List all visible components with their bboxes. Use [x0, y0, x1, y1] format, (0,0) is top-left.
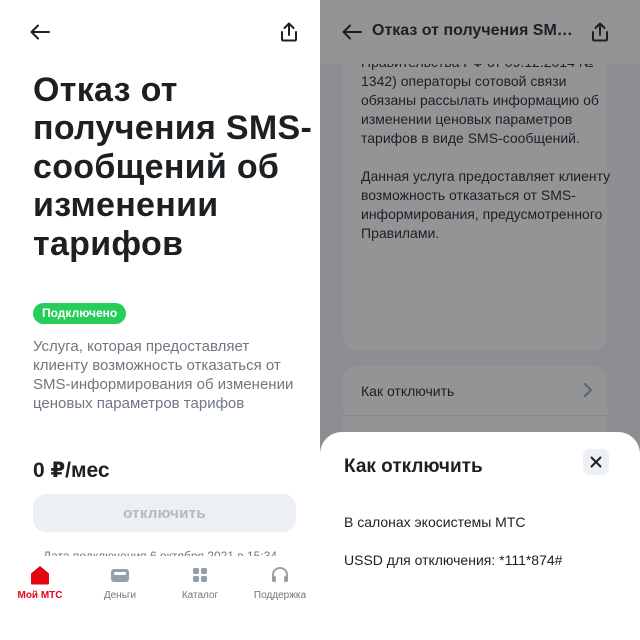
bottom-tab-bar: Мой МТС Деньги Каталог Поддержка — [0, 556, 320, 614]
share-icon — [281, 22, 297, 42]
disconnect-button[interactable]: отключить — [33, 494, 296, 532]
tab-money[interactable]: Деньги — [80, 556, 160, 614]
catalog-grid-icon — [193, 568, 207, 582]
status-badge: Подключено — [33, 303, 127, 324]
tab-catalog[interactable]: Каталог — [160, 556, 240, 614]
service-detail-screen: Отказ от получения SMS-сообщений об изме… — [0, 0, 320, 640]
sheet-title: Как отключить — [344, 456, 483, 477]
sheet-option-ussd: USSD для отключения: *111*874# — [344, 552, 563, 568]
sheet-option-salons: В салонах экосистемы МТС — [344, 514, 526, 530]
tab-support[interactable]: Поддержка — [240, 556, 320, 614]
service-description: Услуга, которая предоставляет клиенту во… — [33, 338, 294, 412]
wallet-icon — [111, 569, 129, 582]
bottom-sheet: Как отключить В салонах экосистемы МТС U… — [320, 432, 640, 640]
arrow-left-icon — [30, 24, 50, 40]
service-price: 0 ₽/мес — [33, 459, 110, 482]
service-detail-with-sheet: связи (утверждены Постановлением Правите… — [320, 0, 640, 640]
page-title: Отказ от получения SMS-сообщений об изме… — [33, 71, 313, 263]
tab-my-mts[interactable]: Мой МТС — [0, 556, 80, 614]
home-icon — [31, 566, 49, 585]
tab-label: Каталог — [181, 590, 219, 601]
tab-label: Мой МТС — [17, 590, 63, 601]
tab-label: Деньги — [103, 590, 137, 601]
headset-icon — [272, 566, 288, 582]
close-button[interactable] — [583, 449, 609, 475]
back-button[interactable] — [26, 18, 54, 46]
tab-label: Поддержка — [253, 590, 307, 601]
close-icon — [590, 456, 602, 468]
home-indicator-area — [0, 622, 320, 640]
share-button[interactable] — [275, 18, 303, 46]
